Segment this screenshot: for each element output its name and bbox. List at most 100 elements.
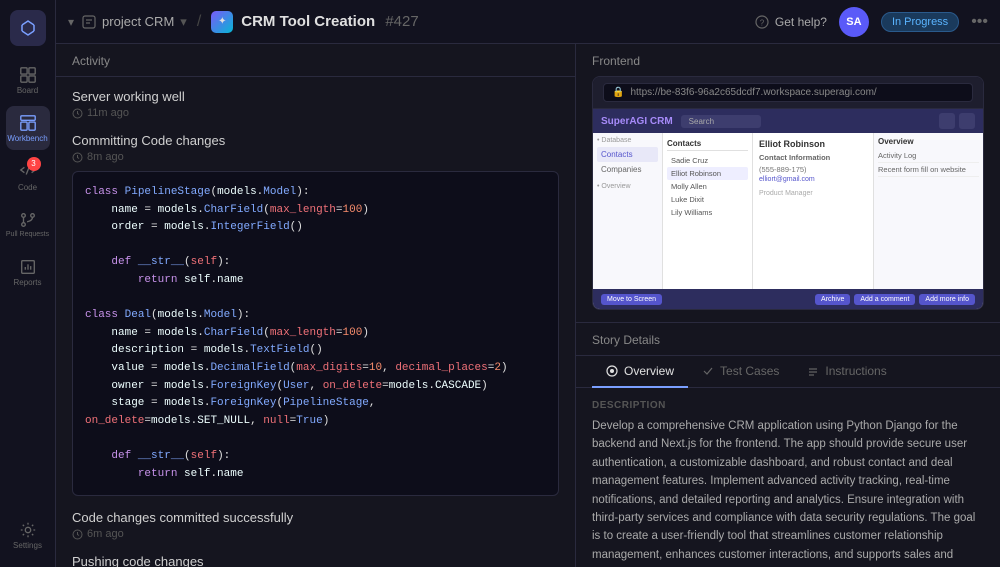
sidebar-reports-label: Reports — [13, 278, 41, 287]
activity-header: Activity — [56, 44, 575, 77]
clock-icon-3 — [72, 529, 83, 540]
issue-number: #427 — [385, 13, 418, 30]
tab-overview[interactable]: Overview — [592, 356, 688, 388]
main-content: ▾ project CRM ▾ / ✦ CRM Tool Creation #4… — [56, 0, 1000, 567]
crm-move-btn[interactable]: Move to Screen — [601, 294, 662, 305]
browser-content: SuperAGI CRM Search • Database — [593, 109, 983, 309]
crm-contacts-list: Contacts Sadie Cruz Elliot Robinson Moll… — [663, 133, 753, 289]
crm-nav-contacts[interactable]: Contacts — [597, 147, 658, 162]
crm-contact-4[interactable]: Luke Dixit — [667, 193, 748, 206]
project-name: project CRM — [102, 14, 174, 29]
crm-nav-companies[interactable]: Companies — [597, 162, 658, 177]
tab-instructions[interactable]: Instructions — [793, 356, 900, 388]
crm-more-btn[interactable]: Add more info — [919, 294, 975, 305]
story-description-label: DESCRIPTION — [592, 400, 984, 411]
clock-icon-2 — [72, 152, 83, 163]
sidebar-pr-label: Pull Requests — [6, 231, 49, 238]
issue-title-area: ✦ CRM Tool Creation #427 — [211, 11, 747, 33]
right-panel: Frontend 🔒 https://be-83f6-96a2c65dcdf7.… — [576, 44, 1000, 567]
sidebar-item-reports[interactable]: Reports — [6, 250, 50, 294]
crm-contact-3[interactable]: Molly Allen — [667, 180, 748, 193]
user-avatar[interactable]: SA — [839, 7, 869, 37]
activity-title-4: Pushing code changes — [72, 554, 559, 567]
topbar: ▾ project CRM ▾ / ✦ CRM Tool Creation #4… — [56, 0, 1000, 44]
crm-contact-name: Elliot Robinson — [759, 139, 867, 149]
browser-bar: 🔒 https://be-83f6-96a2c65dcdf7.workspace… — [593, 77, 983, 109]
crm-contact-info-label: Contact Information — [759, 153, 867, 162]
activity-item-3: Code changes committed successfully 6m a… — [72, 510, 559, 540]
code-badge: 3 — [27, 157, 41, 171]
activity-time-3: 6m ago — [72, 528, 559, 540]
activity-item-4: Pushing code changes 3m ago — [72, 554, 559, 567]
crm-contact-1[interactable]: Sadie Cruz — [667, 154, 748, 167]
topbar-right-actions: ? Get help? SA In Progress ••• — [755, 7, 988, 37]
crm-search-bar[interactable]: Search — [681, 115, 761, 128]
crm-overview-panel: Overview Activity Log Recent form fill o… — [873, 133, 983, 289]
crm-app-screenshot: SuperAGI CRM Search • Database — [593, 109, 983, 309]
sidebar-board-label: Board — [17, 86, 38, 95]
activity-panel: Activity Server working well 11m ago — [56, 44, 576, 567]
svg-text:?: ? — [760, 18, 765, 27]
activity-feed: Server working well 11m ago Committing C… — [56, 77, 575, 567]
more-options-button[interactable]: ••• — [971, 13, 988, 31]
crm-archive-btn[interactable]: Archive — [815, 294, 850, 305]
activity-item-1: Server working well 11m ago — [72, 89, 559, 119]
sidebar-item-settings[interactable]: Settings — [6, 513, 50, 557]
crm-comment-btn[interactable]: Add a comment — [854, 294, 915, 305]
crm-body: • Database Contacts Companies • Overview… — [593, 133, 983, 289]
status-badge[interactable]: In Progress — [881, 12, 959, 32]
app-logo — [10, 10, 46, 46]
crm-contact-2[interactable]: Elliot Robinson — [667, 167, 748, 180]
sidebar-settings-label: Settings — [13, 541, 42, 550]
code-block-2: class PipelineStage(models.Model): name … — [72, 171, 559, 496]
story-details-header: Story Details — [576, 323, 1000, 356]
activity-title-1: Server working well — [72, 89, 559, 104]
lock-icon: 🔒 — [612, 87, 624, 98]
story-description-text: Develop a comprehensive CRM application … — [592, 417, 984, 567]
activity-title-3: Code changes committed successfully — [72, 510, 559, 525]
activity-time-2: 8m ago — [72, 151, 559, 163]
crm-brand: SuperAGI CRM — [601, 116, 673, 127]
project-chevron-icon: ▾ — [180, 14, 187, 30]
crm-nav: • Database Contacts Companies • Overview — [593, 133, 663, 289]
sidebar-workbench-label: Workbench — [7, 134, 47, 143]
crm-role: Product Manager — [759, 190, 867, 197]
issue-title: CRM Tool Creation #427 — [241, 13, 418, 30]
browser-url-bar[interactable]: 🔒 https://be-83f6-96a2c65dcdf7.workspace… — [603, 83, 973, 102]
frontend-header: Frontend — [576, 44, 1000, 76]
tab-test-cases[interactable]: Test Cases — [688, 356, 793, 388]
crm-topbar: SuperAGI CRM Search — [593, 109, 983, 133]
sidebar-item-pull-requests[interactable]: Pull Requests — [6, 202, 50, 246]
issue-icon: ✦ — [211, 11, 233, 33]
frontend-section: Frontend 🔒 https://be-83f6-96a2c65dcdf7.… — [576, 44, 1000, 323]
story-section: Story Details Overview Test Cases — [576, 323, 1000, 567]
get-help-button[interactable]: ? Get help? — [755, 15, 827, 29]
crm-footer: Move to Screen Archive Add a comment Add… — [593, 289, 983, 309]
activity-time-1: 11m ago — [72, 107, 559, 119]
content-area: Activity Server working well 11m ago — [56, 44, 1000, 567]
story-tabs: Overview Test Cases — [576, 356, 1000, 388]
activity-item-2: Committing Code changes 8m ago class Pip… — [72, 133, 559, 496]
crm-main-area: Contacts Sadie Cruz Elliot Robinson Moll… — [663, 133, 983, 289]
crm-contact-details: (555-889-175) elliort@gmail.com — [759, 164, 867, 186]
sidebar-item-workbench[interactable]: Workbench — [6, 106, 50, 150]
story-content: DESCRIPTION Develop a comprehensive CRM … — [576, 388, 1000, 567]
crm-overview-item-1: Activity Log — [878, 149, 979, 163]
instructions-tab-icon — [807, 365, 819, 377]
activity-title-2: Committing Code changes — [72, 133, 559, 148]
sidebar-code-label: Code — [18, 183, 37, 192]
sidebar-item-board[interactable]: Board — [6, 58, 50, 102]
crm-list-header: Contacts — [667, 137, 748, 151]
overview-tab-icon — [606, 365, 618, 377]
sidebar-item-code[interactable]: 3 Code — [6, 154, 50, 198]
crm-detail-panel: Elliot Robinson Contact Information (555… — [753, 133, 873, 289]
crm-overview-title: Overview — [878, 137, 979, 146]
crm-contact-5[interactable]: Lily Williams — [667, 206, 748, 219]
project-breadcrumb[interactable]: project CRM ▾ — [82, 14, 187, 30]
clock-icon-1 — [72, 108, 83, 119]
sidebar: Board Workbench 3 Code Pull Reques — [0, 0, 56, 567]
test-cases-tab-icon — [702, 365, 714, 377]
sidebar-collapse-button[interactable]: ▾ — [68, 15, 74, 29]
crm-overview-item-2: Recent form fill on website — [878, 163, 979, 177]
browser-frame: 🔒 https://be-83f6-96a2c65dcdf7.workspace… — [592, 76, 984, 310]
